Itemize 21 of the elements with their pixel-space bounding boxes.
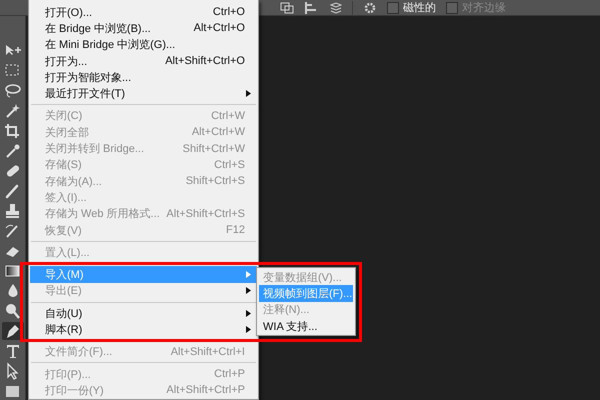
crop-icon bbox=[3, 122, 22, 140]
checkbox-label[interactable]: 磁性的 bbox=[387, 0, 436, 15]
checkbox[interactable] bbox=[387, 2, 399, 14]
stack-icon[interactable] bbox=[328, 2, 342, 14]
menu-item[interactable]: 视频帧到图层(F)... bbox=[259, 285, 353, 302]
layers-icon[interactable] bbox=[280, 2, 294, 14]
menu-item[interactable]: 在 Mini Bridge 中浏览(G)... bbox=[30, 36, 257, 53]
menu-item[interactable]: 最近打开文件(T) bbox=[30, 85, 257, 102]
menu-item[interactable]: 打开为... Alt+Shift+Ctrl+O bbox=[30, 52, 257, 70]
menu-item[interactable]: 脚本(R) bbox=[30, 321, 257, 338]
stamp-icon bbox=[3, 202, 22, 220]
menu-item[interactable]: WIA 支持... bbox=[259, 318, 353, 334]
menu-item[interactable]: 打开为智能对象... bbox=[30, 69, 257, 86]
gear-icon[interactable] bbox=[363, 2, 377, 14]
menu-item[interactable]: 自动(U) bbox=[30, 305, 257, 322]
menu-item[interactable]: 在 Bridge 中浏览(B)... Alt+Ctrl+O bbox=[30, 20, 257, 37]
menu-item[interactable]: 打开(O)... Ctrl+O bbox=[30, 4, 257, 20]
dodge-icon bbox=[3, 302, 22, 320]
lasso-icon bbox=[3, 82, 22, 100]
align-icon[interactable] bbox=[304, 2, 318, 14]
menu-item[interactable]: 导入(M) bbox=[30, 266, 257, 283]
